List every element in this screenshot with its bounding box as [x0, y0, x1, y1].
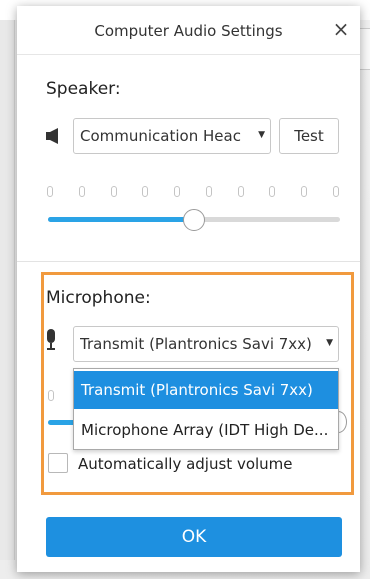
- background-window-edge: [0, 20, 15, 560]
- speaker-level-tick: [301, 186, 308, 197]
- dialog-titlebar: Computer Audio Settings ×: [17, 6, 360, 55]
- speaker-volume-thumb[interactable]: [183, 209, 205, 231]
- speaker-level-tick: [78, 186, 85, 197]
- speaker-icon: [46, 128, 58, 144]
- microphone-option-transmit[interactable]: Transmit (Plantronics Savi 7xx): [74, 371, 338, 409]
- background-control-edge: [359, 28, 370, 70]
- speaker-level-tick: [205, 186, 212, 197]
- speaker-level-tick: [142, 186, 149, 197]
- ok-button[interactable]: OK: [46, 517, 342, 557]
- microphone-dropdown-list: Transmit (Plantronics Savi 7xx) Micropho…: [73, 368, 339, 450]
- speaker-level-meter: [47, 186, 339, 197]
- auto-adjust-checkbox[interactable]: [48, 453, 68, 473]
- section-divider: [17, 261, 360, 262]
- speaker-level-tick: [237, 186, 244, 197]
- speaker-device-value: Communication Heac: [80, 127, 241, 145]
- speaker-level-tick: [332, 186, 339, 197]
- speaker-device-select[interactable]: Communication Heac ▼: [73, 118, 271, 154]
- test-speaker-button[interactable]: Test: [279, 118, 339, 154]
- speaker-volume-fill: [48, 217, 194, 222]
- speaker-label: Speaker:: [46, 79, 121, 99]
- dialog-title: Computer Audio Settings: [94, 22, 283, 40]
- microphone-option-array[interactable]: Microphone Array (IDT High De...: [74, 411, 338, 449]
- close-icon[interactable]: ×: [330, 18, 352, 40]
- auto-adjust-label: Automatically adjust volume: [78, 455, 293, 473]
- chevron-down-icon: ▼: [258, 130, 265, 140]
- speaker-level-tick: [47, 186, 53, 197]
- speaker-level-tick: [174, 186, 181, 197]
- speaker-level-tick: [269, 186, 276, 197]
- speaker-level-tick: [110, 186, 117, 197]
